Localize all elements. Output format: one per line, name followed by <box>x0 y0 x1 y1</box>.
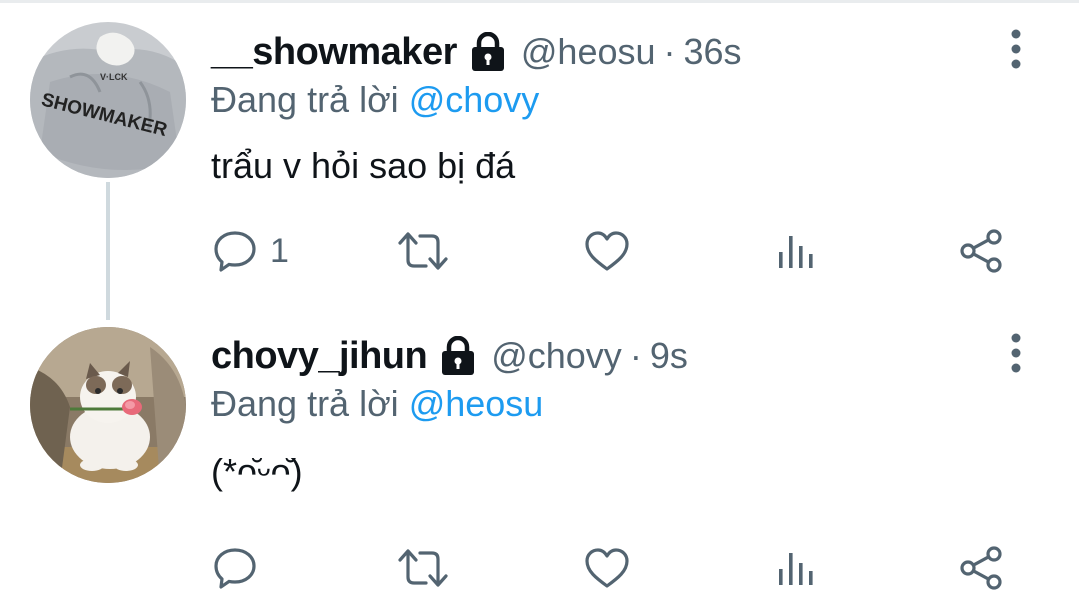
display-name[interactable]: chovy_jihun <box>211 335 428 378</box>
lock-icon <box>439 335 477 376</box>
views-icon <box>779 236 813 268</box>
views-button[interactable] <box>774 226 816 276</box>
replying-to: Đang trả lời @chovy <box>211 79 539 121</box>
like-button[interactable] <box>584 226 630 276</box>
tweet-actions: 1 <box>0 226 1079 276</box>
tweet-thread: V·LCK SHOWMAKER __showmaker @heosu · 36s <box>0 0 1079 607</box>
tweet[interactable]: V·LCK SHOWMAKER __showmaker @heosu · 36s <box>0 0 1079 303</box>
reply-icon <box>214 548 256 589</box>
views-icon <box>779 553 813 585</box>
tweet-text: (*ᴖ̆ᵕᴖ̆) <box>211 451 303 492</box>
like-button[interactable] <box>584 543 630 593</box>
share-icon <box>960 546 1002 590</box>
like-icon <box>585 548 629 588</box>
more-vertical-icon[interactable] <box>1004 27 1028 71</box>
views-button[interactable] <box>774 543 816 593</box>
replying-to-label: Đang trả lời <box>211 79 409 120</box>
reply-mention-link[interactable]: @heosu <box>409 383 544 424</box>
retweet-button[interactable] <box>396 226 450 276</box>
avatar-cat-image <box>30 327 186 483</box>
replying-to: Đang trả lời @heosu <box>211 383 543 425</box>
tweet-text: trẩu v hỏi sao bị đá <box>211 145 516 186</box>
tweet[interactable]: chovy_jihun @chovy · 9s Đang trả lời @he… <box>0 303 1079 607</box>
display-name[interactable]: __showmaker <box>211 31 457 74</box>
lock-icon <box>469 31 507 72</box>
avatar[interactable]: V·LCK SHOWMAKER <box>30 22 186 178</box>
more-vertical-icon[interactable] <box>1004 331 1028 375</box>
user-handle[interactable]: @heosu <box>521 31 656 73</box>
reply-mention-link[interactable]: @chovy <box>409 79 540 120</box>
avatar-hoodie-image: V·LCK SHOWMAKER <box>30 22 186 178</box>
like-icon <box>585 231 629 271</box>
reply-count: 1 <box>270 231 289 270</box>
retweet-button[interactable] <box>396 543 450 593</box>
reply-button[interactable]: 1 <box>212 226 289 276</box>
separator-dot: · <box>663 31 676 72</box>
timestamp[interactable]: 36s <box>684 31 742 73</box>
svg-text:V·LCK: V·LCK <box>100 72 128 82</box>
timestamp[interactable]: 9s <box>650 335 688 377</box>
tweet-header: chovy_jihun @chovy · 9s <box>211 331 688 381</box>
retweet-icon <box>398 232 448 270</box>
share-icon <box>960 229 1002 273</box>
share-button[interactable] <box>958 543 1004 593</box>
retweet-icon <box>398 549 448 587</box>
tweet-header: __showmaker @heosu · 36s <box>211 27 742 77</box>
avatar[interactable] <box>30 327 186 483</box>
reply-button[interactable] <box>212 543 270 593</box>
share-button[interactable] <box>958 226 1004 276</box>
user-handle[interactable]: @chovy <box>491 335 622 377</box>
separator-dot: · <box>629 335 642 376</box>
replying-to-label: Đang trả lời <box>211 383 409 424</box>
tweet-actions <box>0 543 1079 593</box>
reply-icon <box>214 231 256 272</box>
